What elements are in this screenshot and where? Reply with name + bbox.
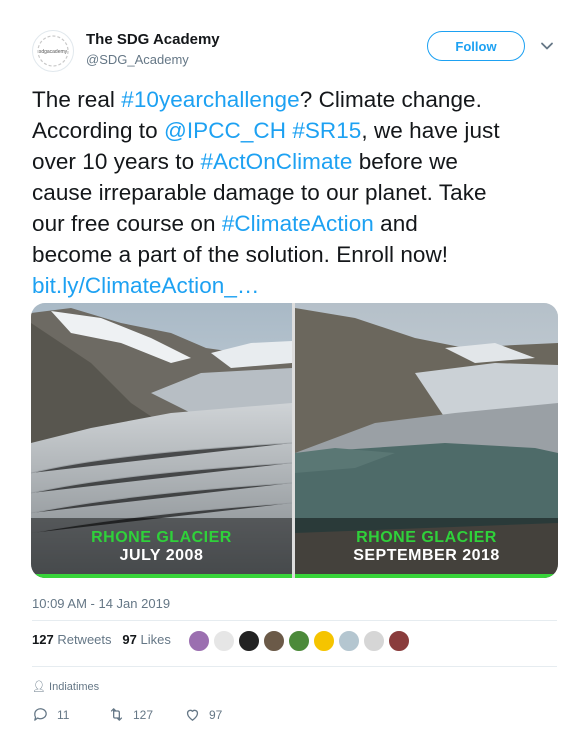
retweet-icon [110,708,123,721]
tweet-line: bit.ly/ClimateAction_… [32,270,552,301]
tweet-text-segment: According to [32,118,164,143]
tweet-timestamp[interactable]: 10:09 AM - 14 Jan 2019 [32,596,170,611]
tweet-line: become a part of the solution. Enroll no… [32,239,552,270]
like-button[interactable]: 97 [184,706,222,723]
tweet-line: The real #10yearchallenge? Climate chang… [32,84,552,115]
accent-bar [295,574,558,578]
tweet-header: sdgacademy The SDG Academy @SDG_Academy … [32,26,562,76]
tweet-line: cause irreparable damage to our planet. … [32,177,552,208]
sdg-logo-icon: sdgacademy [37,35,69,67]
liker-avatar[interactable] [313,630,335,652]
tweet-link[interactable]: #ActOnClimate [200,149,352,174]
tweet-text-segment: cause irreparable damage to our planet. … [32,180,487,205]
tweet-link[interactable]: #SR15 [292,118,361,143]
author-avatar[interactable]: sdgacademy [32,30,74,72]
liker-avatar[interactable] [263,630,285,652]
retweets-stat[interactable]: 127 Retweets [32,632,112,647]
tweet-text-segment: The real [32,87,122,112]
person-icon: 👤︎ [32,681,46,693]
tweet-text-segment: become a part of the solution. Enroll no… [32,242,449,267]
retweet-button[interactable]: 127 [108,706,153,723]
tweet-text-segment: , we have just [361,118,500,143]
tweet-text-segment: before we [352,149,458,174]
accent-bar [31,574,292,578]
tweet-link[interactable]: #10yearchallenge [121,87,299,112]
heart-icon [186,709,199,721]
tweet-line: over 10 years to #ActOnClimate before we [32,146,552,177]
tweet-stats: 127 Retweets 97 Likes [32,632,171,647]
caption-title-2018: RHONE GLACIER [356,529,497,546]
follow-button[interactable]: Follow [427,31,525,61]
tweet-line: According to @IPCC_CH #SR15, we have jus… [32,115,552,146]
tweet-text-segment: and [373,211,418,236]
caption-title-2008: RHONE GLACIER [91,529,232,546]
reply-icon [34,708,47,721]
tweet-text: The real #10yearchallenge? Climate chang… [32,84,552,301]
tweet-media[interactable]: RHONE GLACIER JULY 2008 RHONE GLACIER SE… [31,303,558,578]
via-source[interactable]: 👤︎ Indiatimes [32,680,99,693]
divider [32,620,557,621]
likes-stat[interactable]: 97 Likes [122,632,170,647]
reply-button[interactable]: 11 [32,706,69,723]
chevron-down-icon[interactable] [539,38,555,54]
tweet-text-segment: ? Climate change. [299,87,482,112]
tweet-line: our free course on #ClimateAction and [32,208,552,239]
tweet-link[interactable]: @IPCC_CH [164,118,286,143]
caption-date-2018: SEPTEMBER 2018 [353,547,500,564]
svg-text:sdgacademy: sdgacademy [39,49,68,55]
author-name[interactable]: The SDG Academy [86,31,220,48]
divider [32,666,557,667]
liker-avatar[interactable] [188,630,210,652]
glacier-2008-photo[interactable]: RHONE GLACIER JULY 2008 [31,303,292,578]
liker-avatar[interactable] [213,630,235,652]
liker-avatar[interactable] [338,630,360,652]
caption-date-2008: JULY 2008 [119,547,204,564]
author-handle[interactable]: @SDG_Academy [86,52,189,67]
liker-avatar[interactable] [388,630,410,652]
tweet-link[interactable]: bit.ly/ClimateAction_… [32,273,259,298]
liker-avatar[interactable] [288,630,310,652]
tweet-text-segment: our free course on [32,211,222,236]
tweet-link[interactable]: #ClimateAction [222,211,374,236]
liker-avatar[interactable] [238,630,260,652]
liker-avatar[interactable] [363,630,385,652]
tweet-text-segment: over 10 years to [32,149,201,174]
glacier-2018-photo[interactable]: RHONE GLACIER SEPTEMBER 2018 [295,303,558,578]
